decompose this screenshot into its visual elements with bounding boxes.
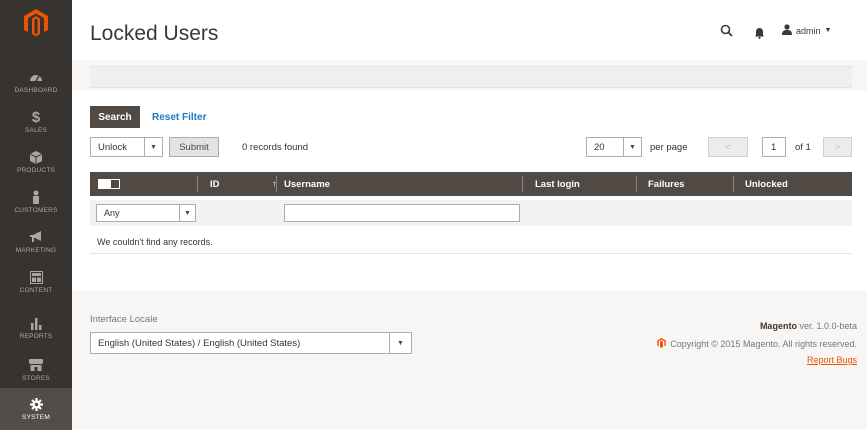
person-icon [28, 190, 44, 204]
filter-any-value: Any [104, 208, 120, 218]
page-number-input[interactable]: 1 [762, 137, 786, 157]
admin-user-menu[interactable]: admin ▼ [782, 24, 831, 37]
page-header: Locked Users admin ▼ [72, 0, 867, 60]
column-header-unlocked[interactable]: Unlocked [745, 179, 788, 190]
sidebar-item-system[interactable]: SYSTEM [0, 388, 72, 430]
username-filter-input[interactable] [284, 204, 520, 222]
submit-button[interactable]: Submit [169, 137, 219, 157]
report-bugs-link[interactable]: Report Bugs [807, 355, 857, 365]
filter-any-select[interactable]: Any ▼ [96, 204, 196, 222]
page-footer: Interface Locale English (United States)… [72, 296, 867, 430]
sidebar-item-label: CONTENT [19, 287, 53, 294]
sidebar-item-reports[interactable]: REPORTS [0, 307, 72, 349]
page-number-value: 1 [771, 141, 777, 153]
sidebar-item-label: STORES [22, 375, 50, 382]
prev-page-button[interactable]: < [708, 137, 748, 157]
reset-filter-link[interactable]: Reset Filter [152, 112, 206, 123]
column-header-id[interactable]: ID [210, 179, 220, 190]
column-header-last-login[interactable]: Last login [535, 179, 580, 190]
column-divider [522, 176, 523, 192]
store-icon [28, 358, 44, 372]
megaphone-icon [28, 230, 44, 244]
layout-icon [28, 270, 44, 284]
page-title: Locked Users [90, 22, 219, 45]
chevron-down-icon: ▼ [144, 138, 162, 156]
version-text: ver. 1.0.0-beta [799, 321, 857, 331]
per-page-label: per page [650, 142, 688, 153]
caret-down-icon: ▼ [824, 27, 832, 34]
user-icon [782, 24, 792, 37]
sidebar-item-customers[interactable]: CUSTOMERS [0, 181, 72, 223]
mass-select-checkbox[interactable] [98, 179, 120, 189]
cube-icon [28, 150, 44, 164]
admin-sidebar: DASHBOARD $ SALES PRODUCTS CUSTOMERS MAR… [0, 0, 72, 430]
magento-small-logo-icon [657, 338, 667, 350]
column-divider [197, 176, 198, 192]
sidebar-item-marketing[interactable]: MARKETING [0, 221, 72, 263]
total-pages: of 1 [795, 142, 811, 153]
mass-action-select[interactable]: Unlock ▼ [90, 137, 163, 157]
sidebar-item-label: DASHBOARD [14, 87, 58, 94]
search-icon[interactable] [720, 24, 733, 42]
empty-message: We couldn't find any records. [97, 237, 213, 247]
admin-username: admin [796, 25, 821, 36]
column-divider [733, 176, 734, 192]
mass-action-value: Unlock [98, 141, 128, 153]
chevron-down-icon: ▼ [623, 138, 641, 156]
empty-grid-row: We couldn't find any records. [90, 230, 852, 254]
sidebar-item-sales[interactable]: $ SALES [0, 101, 72, 143]
bar-chart-icon [28, 316, 44, 330]
sidebar-item-label: MARKETING [15, 247, 57, 254]
sidebar-item-label: PRODUCTS [16, 167, 56, 174]
sidebar-item-label: CUSTOMERS [14, 207, 58, 214]
page-actions-bar [90, 66, 852, 88]
chevron-down-icon: ▼ [179, 205, 195, 221]
copyright-text: Copyright © 2015 Magento. All rights res… [670, 339, 857, 349]
brand-name: Magento [759, 321, 797, 331]
per-page-select[interactable]: 20 ▼ [586, 137, 642, 157]
copyright-line: Copyright © 2015 Magento. All rights res… [657, 338, 857, 350]
per-page-value: 20 [594, 141, 605, 153]
gauge-icon [28, 70, 44, 84]
sidebar-item-label: SALES [25, 127, 47, 134]
gear-icon [28, 397, 44, 411]
sidebar-item-label: SYSTEM [22, 414, 50, 421]
interface-locale-label: Interface Locale [90, 314, 158, 325]
grid-header-row: ID ↑ Username Last login Failures Unlock… [90, 172, 852, 196]
column-header-username[interactable]: Username [284, 179, 330, 190]
bell-icon[interactable] [755, 26, 764, 44]
sidebar-item-stores[interactable]: STORES [0, 349, 72, 391]
column-header-failures[interactable]: Failures [648, 179, 684, 190]
sidebar-item-content[interactable]: CONTENT [0, 261, 72, 303]
locale-value: English (United States) / English (Unite… [98, 337, 301, 349]
chevron-down-icon: ▼ [389, 333, 411, 353]
version-info: Magento ver. 1.0.0-beta [760, 321, 857, 331]
interface-locale-select[interactable]: English (United States) / English (Unite… [90, 332, 412, 354]
search-button[interactable]: Search [90, 106, 140, 128]
column-divider [636, 176, 637, 192]
sidebar-item-products[interactable]: PRODUCTS [0, 141, 72, 183]
magento-logo-icon[interactable] [0, 0, 72, 46]
dollar-icon: $ [31, 108, 41, 126]
grid-filter-row: Any ▼ [90, 200, 852, 226]
sidebar-item-label: REPORTS [19, 333, 53, 340]
next-page-button[interactable]: > [823, 137, 852, 157]
mass-select-caret-icon [111, 180, 119, 188]
sidebar-item-dashboard[interactable]: DASHBOARD [0, 61, 72, 103]
records-count: 0 records found [242, 142, 309, 153]
column-divider [276, 176, 277, 192]
